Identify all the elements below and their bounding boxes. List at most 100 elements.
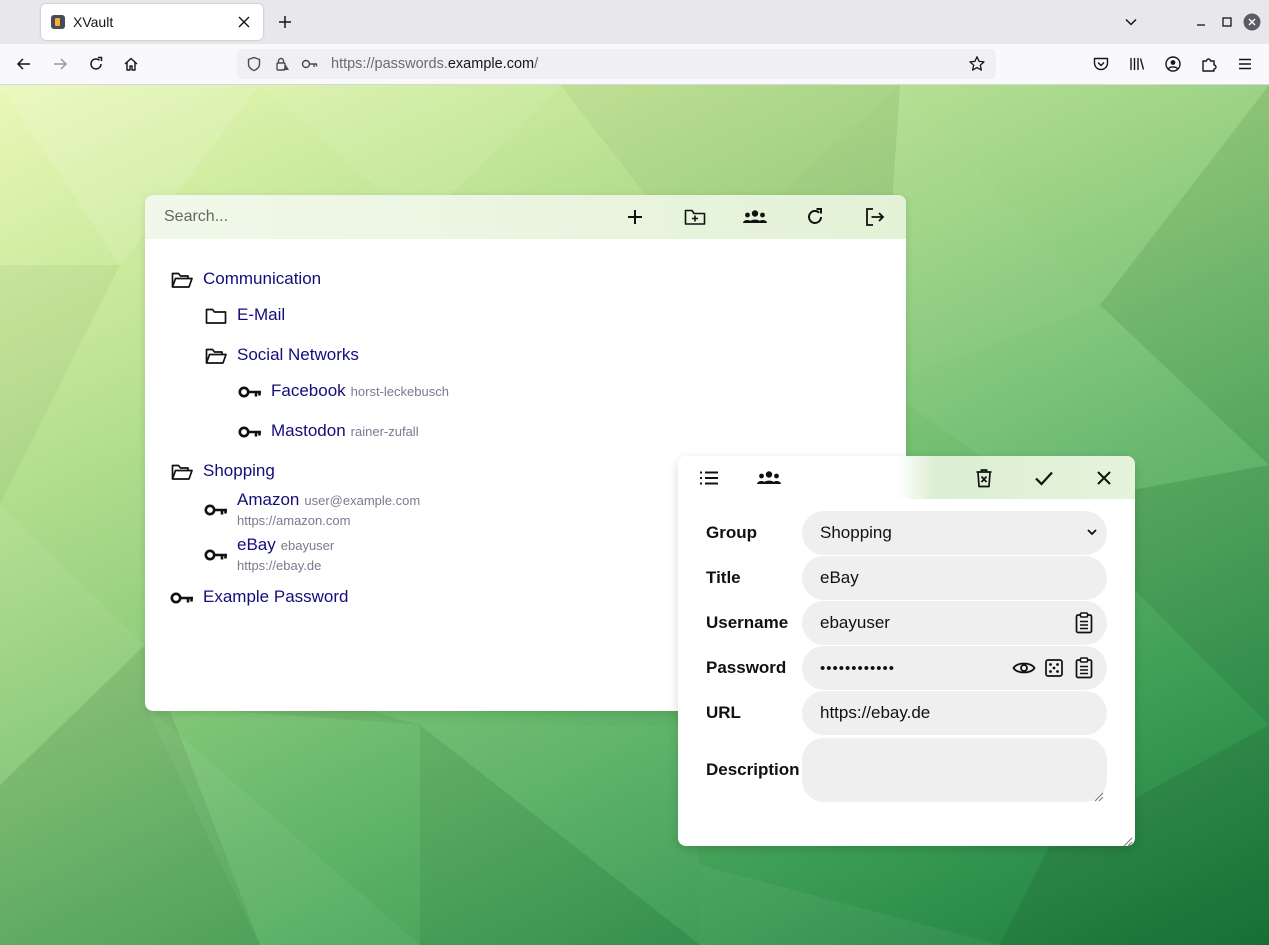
- bookmark-star-icon[interactable]: [966, 53, 988, 75]
- hamburger-menu-icon[interactable]: [1231, 50, 1259, 78]
- key-icon: [204, 499, 228, 521]
- tree-entry-facebook[interactable]: Facebook horst-leckebusch: [238, 381, 449, 403]
- username-input[interactable]: ebayuser: [802, 601, 1107, 645]
- group-select[interactable]: Shopping: [802, 511, 1107, 555]
- back-arrow-icon[interactable]: [10, 50, 38, 78]
- saved-login-key-icon[interactable]: [299, 53, 321, 75]
- title-row: Title eBay: [706, 556, 1107, 600]
- title-input-value: eBay: [820, 568, 859, 587]
- add-entry-plus-icon[interactable]: [621, 203, 649, 231]
- copy-clipboard-icon[interactable]: [1071, 656, 1097, 680]
- tree-folder-label: Shopping: [203, 461, 275, 480]
- tree-entry-title: Mastodon: [271, 421, 346, 440]
- group-select-value: Shopping: [820, 523, 892, 542]
- url-text: https://passwords.example.com/: [331, 56, 538, 72]
- browser-toolbar: https://passwords.example.com/: [0, 44, 1269, 85]
- tab-close-icon[interactable]: [235, 13, 253, 31]
- password-input[interactable]: ••••••••••••: [802, 646, 1107, 690]
- url-label: URL: [706, 703, 741, 722]
- window-close-icon[interactable]: [1238, 8, 1266, 36]
- url-prefix: https://passwords.: [331, 56, 448, 72]
- dialog-toolbar: [678, 456, 1135, 499]
- users-group-icon[interactable]: [755, 464, 783, 492]
- tree-entry-amazon[interactable]: Amazon user@example.com https://amazon.co…: [204, 490, 420, 528]
- account-icon[interactable]: [1159, 50, 1187, 78]
- tree-entry-username: ebayuser: [280, 538, 335, 553]
- key-icon: [204, 544, 228, 566]
- chevron-down-icon: [1085, 525, 1099, 539]
- home-icon[interactable]: [117, 50, 145, 78]
- minimize-icon[interactable]: [1187, 8, 1215, 36]
- generate-password-dice-icon[interactable]: [1041, 656, 1067, 680]
- url-bar[interactable]: https://passwords.example.com/: [237, 49, 996, 79]
- group-row: Group Shopping: [706, 511, 1107, 555]
- description-textarea[interactable]: [802, 738, 1107, 802]
- dialog-resize-grip-icon[interactable]: [1121, 832, 1133, 846]
- list-view-icon[interactable]: [695, 464, 723, 492]
- browser-tab-bar: XVault: [0, 0, 1269, 44]
- tree-folder-label: Social Networks: [237, 345, 359, 364]
- password-masked-value: ••••••••••••: [820, 659, 896, 677]
- new-tab-icon[interactable]: [271, 8, 299, 36]
- reload-icon[interactable]: [82, 50, 110, 78]
- tree-entry-username: user@example.com: [304, 493, 421, 508]
- tree-folder-label: Communication: [203, 269, 322, 288]
- add-folder-icon[interactable]: [681, 203, 709, 231]
- url-row: URL https://ebay.de: [706, 691, 1107, 735]
- library-icon[interactable]: [1123, 50, 1151, 78]
- title-input[interactable]: eBay: [802, 556, 1107, 600]
- lock-warning-icon[interactable]: [271, 53, 293, 75]
- browser-tab[interactable]: XVault: [41, 4, 263, 40]
- save-checkmark-icon[interactable]: [1030, 464, 1058, 492]
- folder-open-icon: [170, 269, 194, 291]
- xvault-favicon-icon: [51, 15, 65, 29]
- pocket-icon[interactable]: [1087, 50, 1115, 78]
- url-suffix: /: [534, 56, 539, 72]
- url-input-value: https://ebay.de: [820, 703, 931, 722]
- tree-entry-url: https://amazon.com: [237, 513, 351, 528]
- password-label: Password: [706, 658, 787, 677]
- maximize-icon[interactable]: [1213, 8, 1241, 36]
- search-input[interactable]: [145, 195, 595, 239]
- password-row: Password ••••••••••••: [706, 646, 1107, 690]
- delete-trash-icon[interactable]: [970, 464, 998, 492]
- show-password-eye-icon[interactable]: [1011, 656, 1037, 680]
- description-label: Description: [706, 760, 800, 779]
- tab-title: XVault: [73, 14, 114, 30]
- textarea-resize-grip-icon[interactable]: [1092, 787, 1104, 802]
- tree-entry-username: horst-leckebusch: [350, 384, 449, 399]
- key-icon: [238, 381, 262, 403]
- description-row: Description: [706, 738, 1107, 802]
- tree-folder-social-networks[interactable]: Social Networks: [204, 345, 359, 367]
- logout-icon[interactable]: [861, 203, 889, 231]
- tree-folder-shopping[interactable]: Shopping: [170, 461, 275, 483]
- tree-entry-username: rainer-zufall: [350, 424, 419, 439]
- refresh-icon[interactable]: [801, 203, 829, 231]
- extensions-puzzle-icon[interactable]: [1195, 50, 1223, 78]
- url-host: example.com: [447, 56, 535, 72]
- tree-entry-example-password[interactable]: Example Password: [170, 587, 349, 609]
- key-icon: [170, 587, 194, 609]
- url-input[interactable]: https://ebay.de: [802, 691, 1107, 735]
- username-row: Username ebayuser: [706, 601, 1107, 645]
- username-label: Username: [706, 613, 789, 632]
- tree-folder-communication[interactable]: Communication: [170, 269, 321, 291]
- page-background: Communication E-Mail Social Networks: [0, 85, 1269, 945]
- tracking-shield-icon[interactable]: [243, 53, 265, 75]
- tree-entry-title: Amazon: [237, 490, 300, 509]
- tab-list-chevron-icon[interactable]: [1117, 8, 1145, 36]
- folder-open-icon: [204, 345, 228, 367]
- edit-entry-dialog: Group Shopping Title eBay Username ebayu…: [678, 456, 1135, 846]
- forward-arrow-icon[interactable]: [46, 50, 74, 78]
- tree-folder-email[interactable]: E-Mail: [204, 305, 285, 327]
- users-group-icon[interactable]: [741, 203, 769, 231]
- title-label: Title: [706, 568, 741, 587]
- copy-clipboard-icon[interactable]: [1071, 611, 1097, 635]
- close-dialog-icon[interactable]: [1090, 464, 1118, 492]
- key-icon: [238, 421, 262, 443]
- main-toolbar: [145, 195, 906, 239]
- tree-entry-title: Facebook: [271, 381, 346, 400]
- tree-entry-mastodon[interactable]: Mastodon rainer-zufall: [238, 421, 419, 443]
- tree-folder-label: E-Mail: [237, 305, 286, 324]
- tree-entry-ebay[interactable]: eBay ebayuser https://ebay.de: [204, 535, 334, 573]
